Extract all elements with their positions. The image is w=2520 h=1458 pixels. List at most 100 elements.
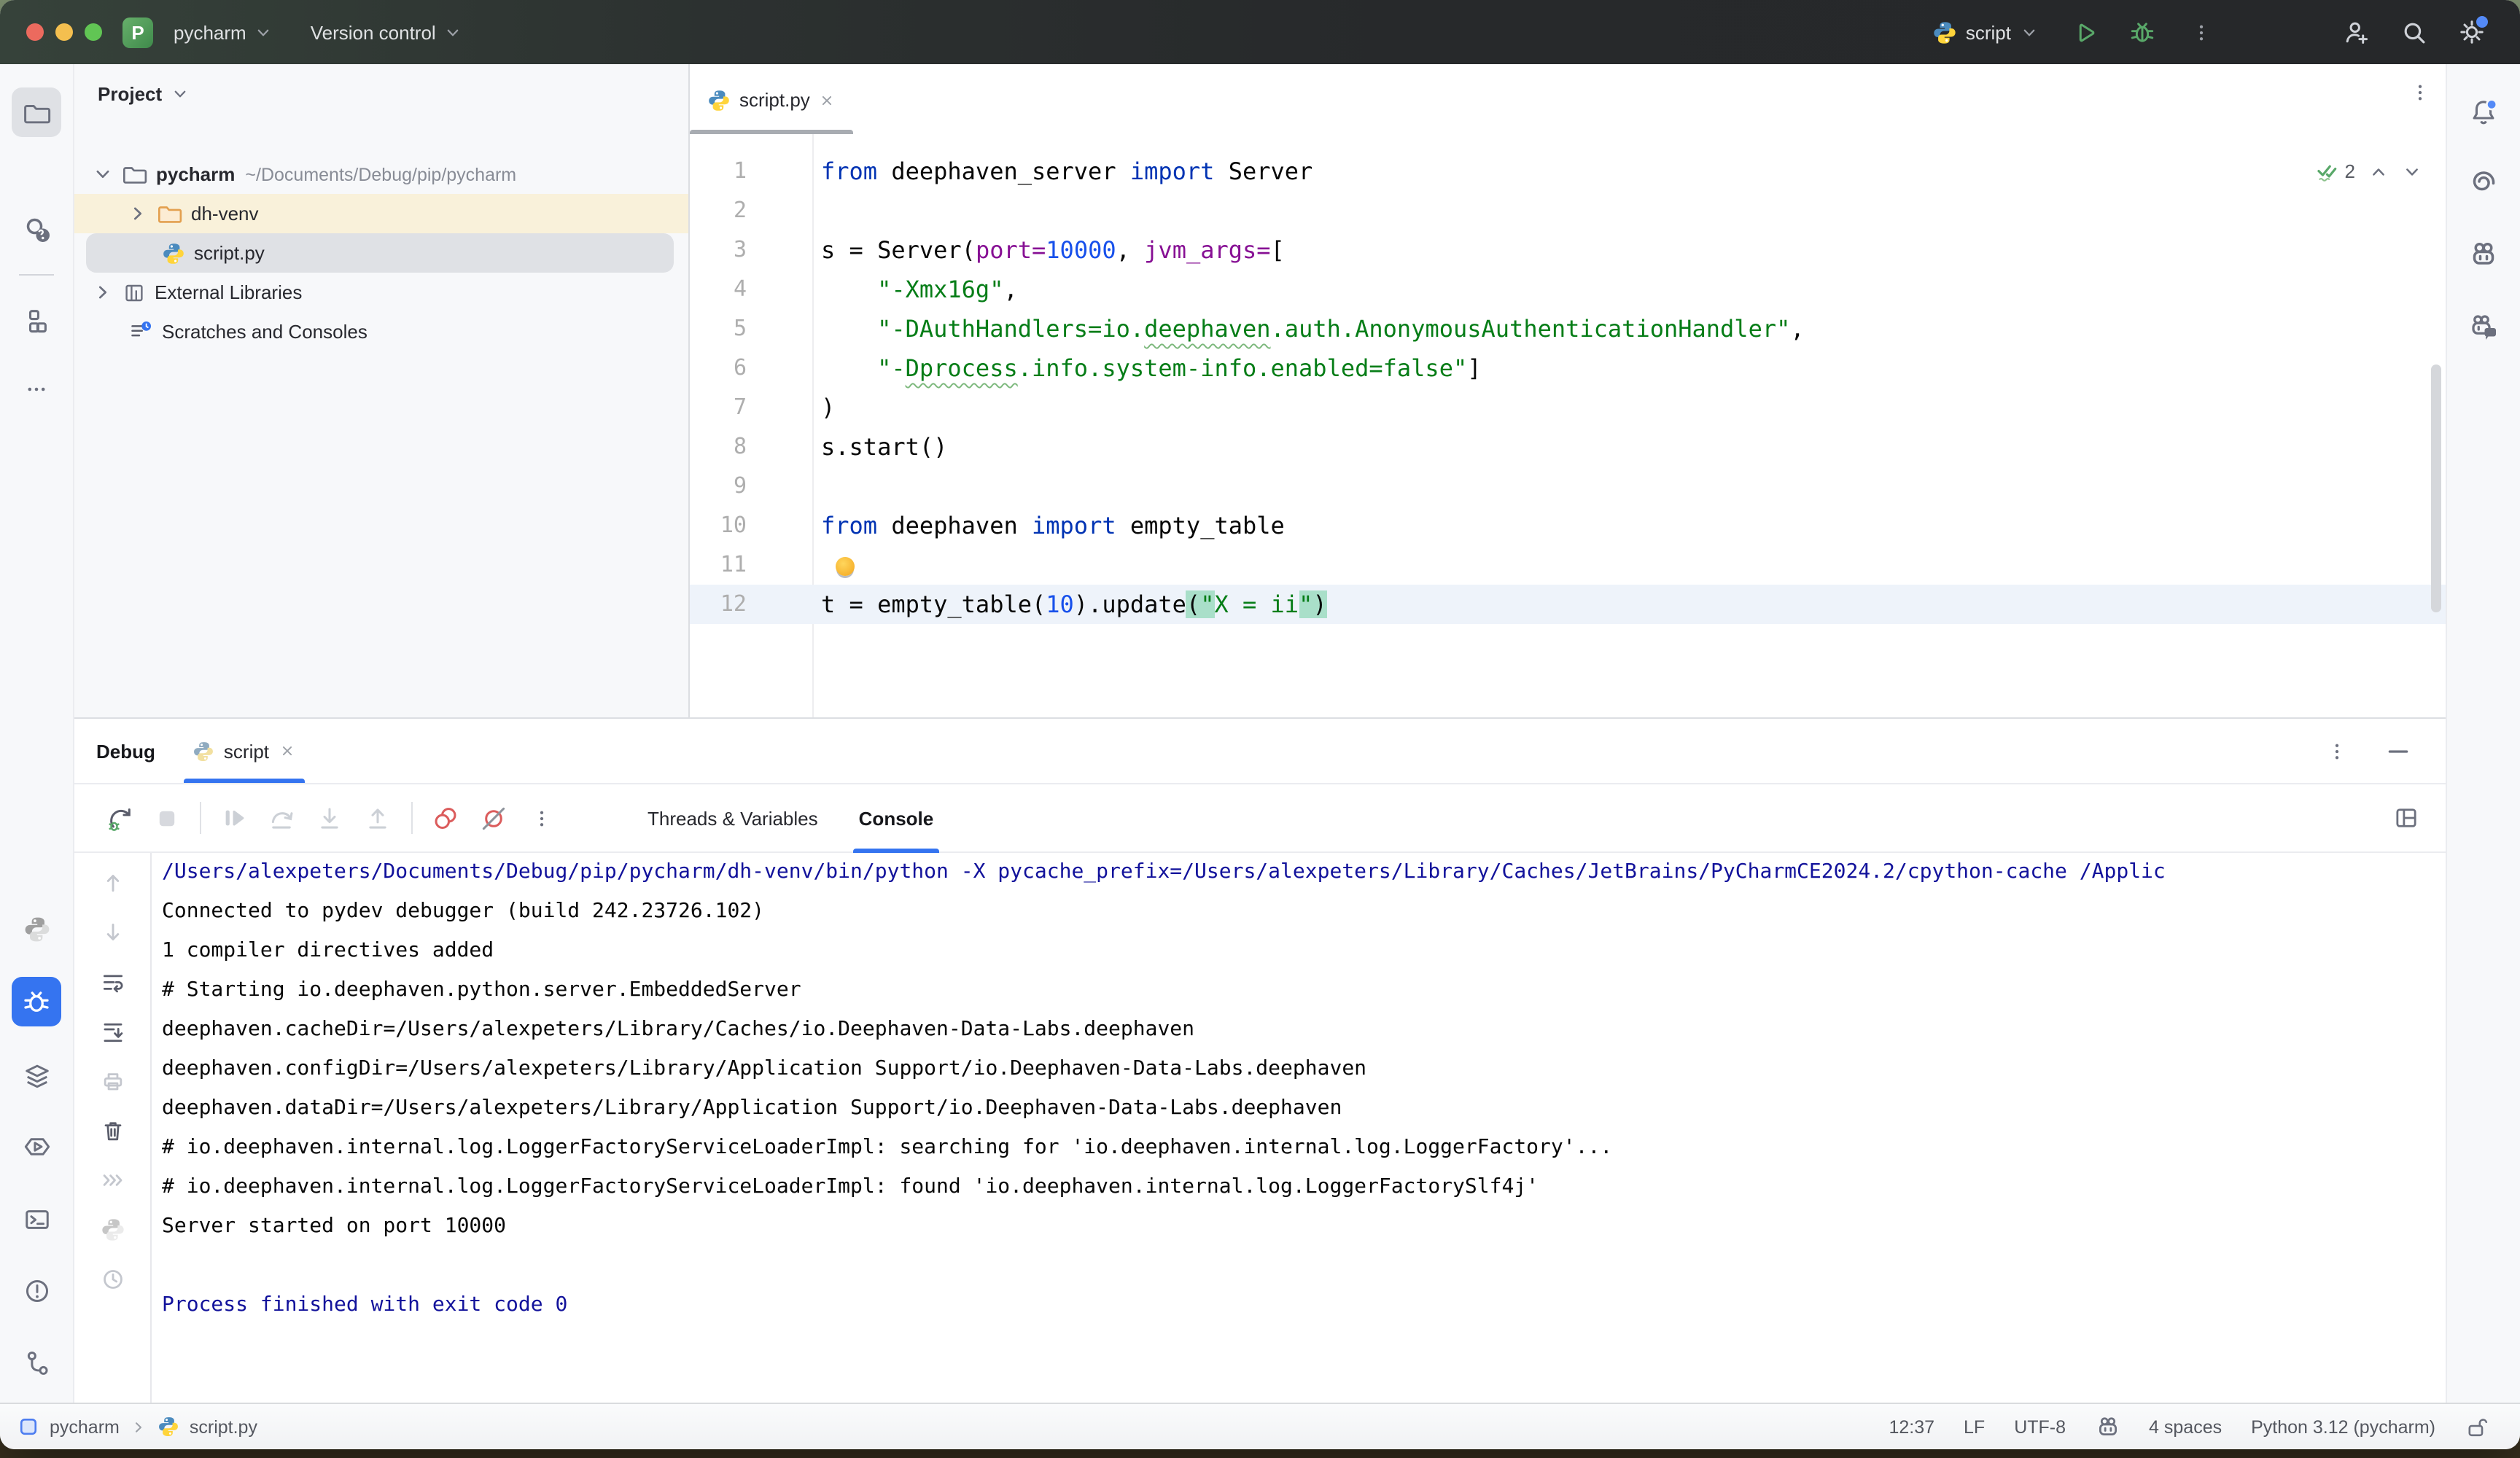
hide-panel-icon[interactable] xyxy=(2386,738,2411,763)
layout-settings-button[interactable] xyxy=(2393,805,2419,831)
interpreter-setting[interactable]: Python 3.12 (pycharm) xyxy=(2251,1416,2435,1437)
more-toolwindows-button[interactable] xyxy=(12,364,61,414)
toolwindow-problems-button[interactable] xyxy=(12,1266,61,1315)
tree-item-project-root[interactable]: pycharm ~/Documents/Debug/pip/pycharm xyxy=(74,155,688,194)
pycharm-logo-badge[interactable]: P xyxy=(122,17,153,47)
history-button[interactable] xyxy=(92,1258,133,1299)
toolwindow-python-packages-button[interactable] xyxy=(12,904,61,954)
step-into-button[interactable] xyxy=(309,798,350,838)
notifications-button[interactable] xyxy=(2459,87,2508,137)
copilot-button[interactable] xyxy=(2459,229,2508,278)
tab-threads-variables[interactable]: Threads & Variables xyxy=(627,784,839,851)
python-console-button[interactable] xyxy=(92,1209,133,1250)
code-line[interactable]: 12t = empty_table(10).update("X = ii") xyxy=(690,585,2446,624)
unlock-icon[interactable] xyxy=(2465,1415,2488,1438)
clear-console-button[interactable] xyxy=(92,1110,133,1150)
chevron-right-icon xyxy=(92,281,114,303)
editor-scrollbar[interactable] xyxy=(2431,364,2441,612)
code-line[interactable]: 3s = Server(port=10000, jvm_args=[ xyxy=(690,230,2446,270)
line-number: 7 xyxy=(690,388,812,427)
close-window-button[interactable] xyxy=(26,23,44,41)
code-line[interactable]: 11 xyxy=(690,545,2446,585)
step-out-button[interactable] xyxy=(357,798,398,838)
debug-panel-title: Debug xyxy=(96,740,155,762)
minimize-window-button[interactable] xyxy=(55,23,73,41)
toolwindow-terminal-button[interactable] xyxy=(12,1194,61,1244)
code-with-me-button[interactable] xyxy=(2333,10,2377,54)
toolwindow-structure-button[interactable] xyxy=(12,295,61,344)
stop-button[interactable] xyxy=(146,798,187,838)
code-line[interactable]: 2 xyxy=(690,191,2446,230)
editor-body[interactable]: 1from deephaven_server import Server23s … xyxy=(690,134,2446,717)
toolwindow-run-button[interactable] xyxy=(12,1121,61,1171)
user-question-icon xyxy=(22,214,51,243)
next-problem-icon[interactable] xyxy=(2402,161,2422,182)
toolwindow-project-button[interactable] xyxy=(12,87,61,137)
tab-console[interactable]: Console xyxy=(839,784,954,851)
settings-button[interactable] xyxy=(2450,10,2494,54)
line-separator[interactable]: LF xyxy=(1964,1416,1985,1437)
inspections-widget[interactable]: 2 xyxy=(2314,152,2422,191)
copilot-chat-button[interactable] xyxy=(2459,302,2508,351)
code-line[interactable]: 1from deephaven_server import Server xyxy=(690,152,2446,191)
vcs-menu-label: Version control xyxy=(311,21,436,43)
code-line[interactable]: 9 xyxy=(690,467,2446,506)
toolwindow-services-button[interactable] xyxy=(12,1050,61,1099)
close-icon[interactable] xyxy=(819,91,836,109)
search-everywhere-button[interactable] xyxy=(2392,10,2435,54)
toolbar-divider xyxy=(200,802,201,834)
print-button[interactable] xyxy=(92,1060,133,1101)
zoom-window-button[interactable] xyxy=(85,23,102,41)
view-breakpoints-button[interactable] xyxy=(424,798,465,838)
tree-item-dh-venv[interactable]: dh-venv xyxy=(74,194,688,233)
tree-item-scratches[interactable]: Scratches and Consoles xyxy=(74,312,688,351)
toolwindow-debug-button[interactable] xyxy=(12,977,61,1026)
scroll-to-end-button[interactable] xyxy=(92,1010,133,1051)
line-number: 1 xyxy=(690,152,812,191)
debug-button[interactable] xyxy=(2120,10,2164,54)
cursor-position[interactable]: 12:37 xyxy=(1889,1416,1934,1437)
prev-problem-icon[interactable] xyxy=(2368,161,2389,182)
soft-wrap-button[interactable] xyxy=(92,961,133,1002)
toolwindow-user-question-button[interactable] xyxy=(12,204,61,254)
kebab-icon[interactable] xyxy=(2326,740,2348,762)
code-line[interactable]: 10from deephaven import empty_table xyxy=(690,506,2446,545)
toolwindow-vcs-button[interactable] xyxy=(12,1337,61,1387)
console-output[interactable]: /Users/alexpeters/Documents/Debug/pip/py… xyxy=(152,853,2446,1403)
code-line[interactable]: 5 "-DAuthHandlers=io.deephaven.auth.Anon… xyxy=(690,309,2446,348)
ai-assistant-button[interactable] xyxy=(2459,157,2508,207)
run-configuration-select[interactable]: script xyxy=(1932,20,2039,44)
indent-setting[interactable]: 4 spaces xyxy=(2149,1416,2222,1437)
code-line[interactable]: 4 "-Xmx16g", xyxy=(690,270,2446,309)
more-actions-menu[interactable] xyxy=(2179,10,2222,54)
python-console-icon xyxy=(100,1217,125,1241)
code-line[interactable]: 8s.start() xyxy=(690,427,2446,467)
code-line[interactable]: 6 "-Dprocess.info.system-info.enabled=fa… xyxy=(690,348,2446,388)
intention-bulb-icon[interactable] xyxy=(836,557,855,576)
console-down-button[interactable] xyxy=(92,911,133,952)
resume-button[interactable] xyxy=(213,798,254,838)
tab-label: Threads & Variables xyxy=(648,807,818,829)
blocks-icon xyxy=(23,305,50,333)
status-breadcrumb[interactable]: pycharm script.py xyxy=(0,1416,257,1438)
file-encoding[interactable]: UTF-8 xyxy=(2014,1416,2066,1437)
run-button[interactable] xyxy=(2062,10,2106,54)
console-prompt-button[interactable] xyxy=(92,1159,133,1200)
editor-tab-options-menu[interactable] xyxy=(2409,82,2431,104)
mute-breakpoints-button[interactable] xyxy=(472,798,513,838)
code-line[interactable]: 7) xyxy=(690,388,2446,427)
debug-toolbar-more-menu[interactable] xyxy=(521,798,561,838)
vcs-menu[interactable]: Version control xyxy=(311,21,462,43)
close-icon[interactable] xyxy=(278,742,295,760)
project-panel-header[interactable]: Project xyxy=(74,64,688,122)
step-over-button[interactable] xyxy=(261,798,302,838)
tree-item-script-py[interactable]: script.py xyxy=(86,233,674,273)
editor-tab-script-py[interactable]: script.py xyxy=(690,66,854,134)
debug-session-tab[interactable]: script xyxy=(176,719,313,783)
robot-status-icon[interactable] xyxy=(2095,1414,2120,1439)
project-menu[interactable]: pycharm xyxy=(174,21,273,43)
rerun-debug-button[interactable] xyxy=(98,798,139,838)
tree-item-external-libraries[interactable]: External Libraries xyxy=(74,273,688,312)
python-icon xyxy=(162,241,185,265)
console-up-button[interactable] xyxy=(92,862,133,903)
